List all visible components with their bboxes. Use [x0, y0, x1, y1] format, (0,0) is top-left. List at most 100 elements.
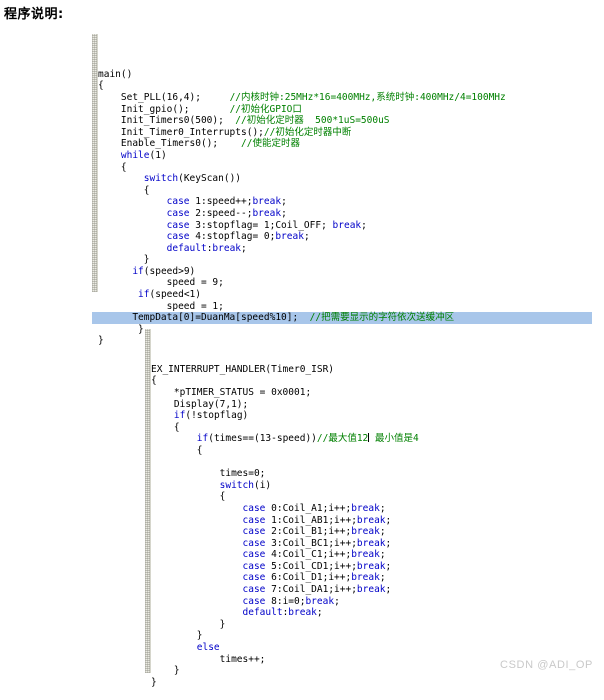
code-keyword: break	[252, 207, 282, 219]
code-line[interactable]: default:break;	[151, 607, 585, 619]
code-text: ;	[385, 537, 392, 549]
code-keyword: break	[351, 502, 380, 514]
code-line[interactable]: speed = 1;	[98, 301, 592, 313]
code-text: (speed>9)	[143, 265, 196, 277]
code-block-isr[interactable]: EX_INTERRUPT_HANDLER(Timer0_ISR){ *pTIME…	[145, 329, 585, 700]
code-line[interactable]: {	[98, 185, 592, 197]
code-line[interactable]: }	[151, 630, 585, 642]
code-line[interactable]: Init_Timers0(500); //初始化定时器 500*1uS=500u…	[98, 115, 592, 127]
code-text: (!stopflag)	[185, 410, 249, 422]
code-keyword: case	[166, 231, 190, 243]
code-keyword: case	[166, 207, 190, 219]
code-comment: //初始化GPIO口	[229, 103, 302, 115]
code-keyword: break	[212, 242, 242, 254]
code-line[interactable]: {	[151, 491, 585, 503]
code-line[interactable]: switch(KeyScan())	[98, 173, 592, 185]
code-line[interactable]: if(times==(13-speed))//最大值12 最小值是4	[151, 433, 585, 445]
code-line[interactable]: case 5:Coil_CD1;i++;break;	[151, 561, 585, 573]
code-keyword: break	[288, 607, 317, 619]
code-line[interactable]	[151, 457, 585, 469]
code-line[interactable]: case 4:Coil_C1;i++;break;	[151, 549, 585, 561]
code-text: }	[143, 254, 150, 266]
code-line[interactable]: case 0:Coil_A1;i++;break;	[151, 503, 585, 515]
code-line[interactable]: case 3:stopflag= 1;Coil_OFF; break;	[98, 220, 592, 232]
code-line[interactable]: {	[98, 162, 592, 174]
code-line[interactable]: case 1:speed++;break;	[98, 196, 592, 208]
code-line[interactable]: case 2:speed--;break;	[98, 208, 592, 220]
code-line[interactable]: }	[151, 619, 585, 631]
code-comment: 最小值是4	[369, 433, 419, 445]
code-text: 2:Coil_B1;i++;	[265, 526, 352, 538]
code-text: 7:Coil_DA1;i++;	[265, 584, 357, 596]
code-lines-isr[interactable]: EX_INTERRUPT_HANDLER(Timer0_ISR){ *pTIME…	[151, 364, 585, 689]
code-text: }	[138, 323, 144, 335]
code-text: ;	[379, 502, 386, 514]
code-comment: //初始化定时器中断	[263, 126, 352, 138]
code-text: {	[151, 375, 157, 387]
code-line[interactable]: *pTIMER_STATUS = 0x0001;	[151, 387, 585, 399]
code-text: speed = 1;	[166, 300, 224, 312]
code-line[interactable]: if(speed>9)	[98, 266, 592, 278]
code-line[interactable]: case 3:Coil_BC1;i++;break;	[151, 538, 585, 550]
code-line[interactable]: Enable_Timers0(); //使能定时器	[98, 138, 592, 150]
code-text: ;	[303, 231, 310, 243]
code-line[interactable]: times=0;	[151, 468, 585, 480]
code-line[interactable]: {	[151, 375, 585, 387]
code-line[interactable]: case 6:Coil_D1;i++;break;	[151, 572, 585, 584]
page-title: 程序说明:	[4, 7, 64, 22]
code-line[interactable]: switch(i)	[151, 480, 585, 492]
code-line[interactable]: {	[98, 80, 592, 92]
code-text: Set_PLL(16,4);	[120, 91, 230, 103]
code-lines-main[interactable]: main(){ Set_PLL(16,4); //内核时钟:25MHz*16=4…	[98, 69, 592, 347]
code-line[interactable]: }	[151, 677, 585, 689]
code-line[interactable]: {	[151, 422, 585, 434]
code-line[interactable]: case 7:Coil_DA1;i++;break;	[151, 584, 585, 596]
code-line[interactable]: speed = 9;	[98, 277, 592, 289]
code-line[interactable]: default:break;	[98, 243, 592, 255]
code-line[interactable]: main()	[98, 69, 592, 81]
code-line[interactable]: Init_gpio(); //初始化GPIO口	[98, 104, 592, 116]
code-text: Enable_Timers0();	[120, 138, 241, 150]
code-line[interactable]: case 8:i=0;break;	[151, 596, 585, 608]
code-keyword: case	[242, 560, 266, 572]
code-text: TempData[0]=DuanMa[speed%10];	[132, 312, 310, 324]
code-line[interactable]: case 1:Coil_AB1;i++;break;	[151, 515, 585, 527]
code-text: (KeyScan())	[178, 173, 242, 185]
code-text: ;	[334, 595, 340, 607]
code-text: Init_gpio();	[120, 103, 230, 115]
csdn-watermark: CSDN @ADI_OP	[500, 659, 593, 671]
code-line[interactable]: }	[98, 254, 592, 266]
code-line[interactable]: if(!stopflag)	[151, 410, 585, 422]
code-line[interactable]: EX_INTERRUPT_HANDLER(Timer0_ISR)	[151, 364, 585, 376]
code-keyword: case	[242, 595, 266, 607]
code-text: ;	[379, 549, 386, 561]
code-line[interactable]: Display(7,1);	[151, 399, 585, 411]
code-line[interactable]: {	[151, 445, 585, 457]
code-line[interactable]: case 2:Coil_B1;i++;break;	[151, 526, 585, 538]
code-line[interactable]: else	[151, 642, 585, 654]
code-text: *pTIMER_STATUS = 0x0001;	[173, 386, 312, 398]
code-text: 5:Coil_CD1;i++;	[265, 560, 357, 572]
code-line[interactable]: if(speed<1)	[98, 289, 592, 301]
code-text: 1:Coil_AB1;i++;	[265, 514, 357, 526]
code-text: ;	[379, 526, 386, 538]
code-line[interactable]: Set_PLL(16,4); //内核时钟:25MHz*16=400MHz,系统…	[98, 92, 592, 104]
code-line[interactable]: case 4:stopflag= 0;break;	[98, 231, 592, 243]
code-line-selected[interactable]: TempData[0]=DuanMa[speed%10]; //把需要显示的字符…	[98, 312, 592, 324]
code-line[interactable]: while(1)	[98, 150, 592, 162]
code-text: 0:Coil_A1;i++;	[265, 502, 352, 514]
code-block-main[interactable]: main(){ Set_PLL(16,4); //内核时钟:25MHz*16=4…	[92, 34, 592, 359]
code-line[interactable]: Init_Timer0_Interrupts();//初始化定时器中断	[98, 127, 592, 139]
